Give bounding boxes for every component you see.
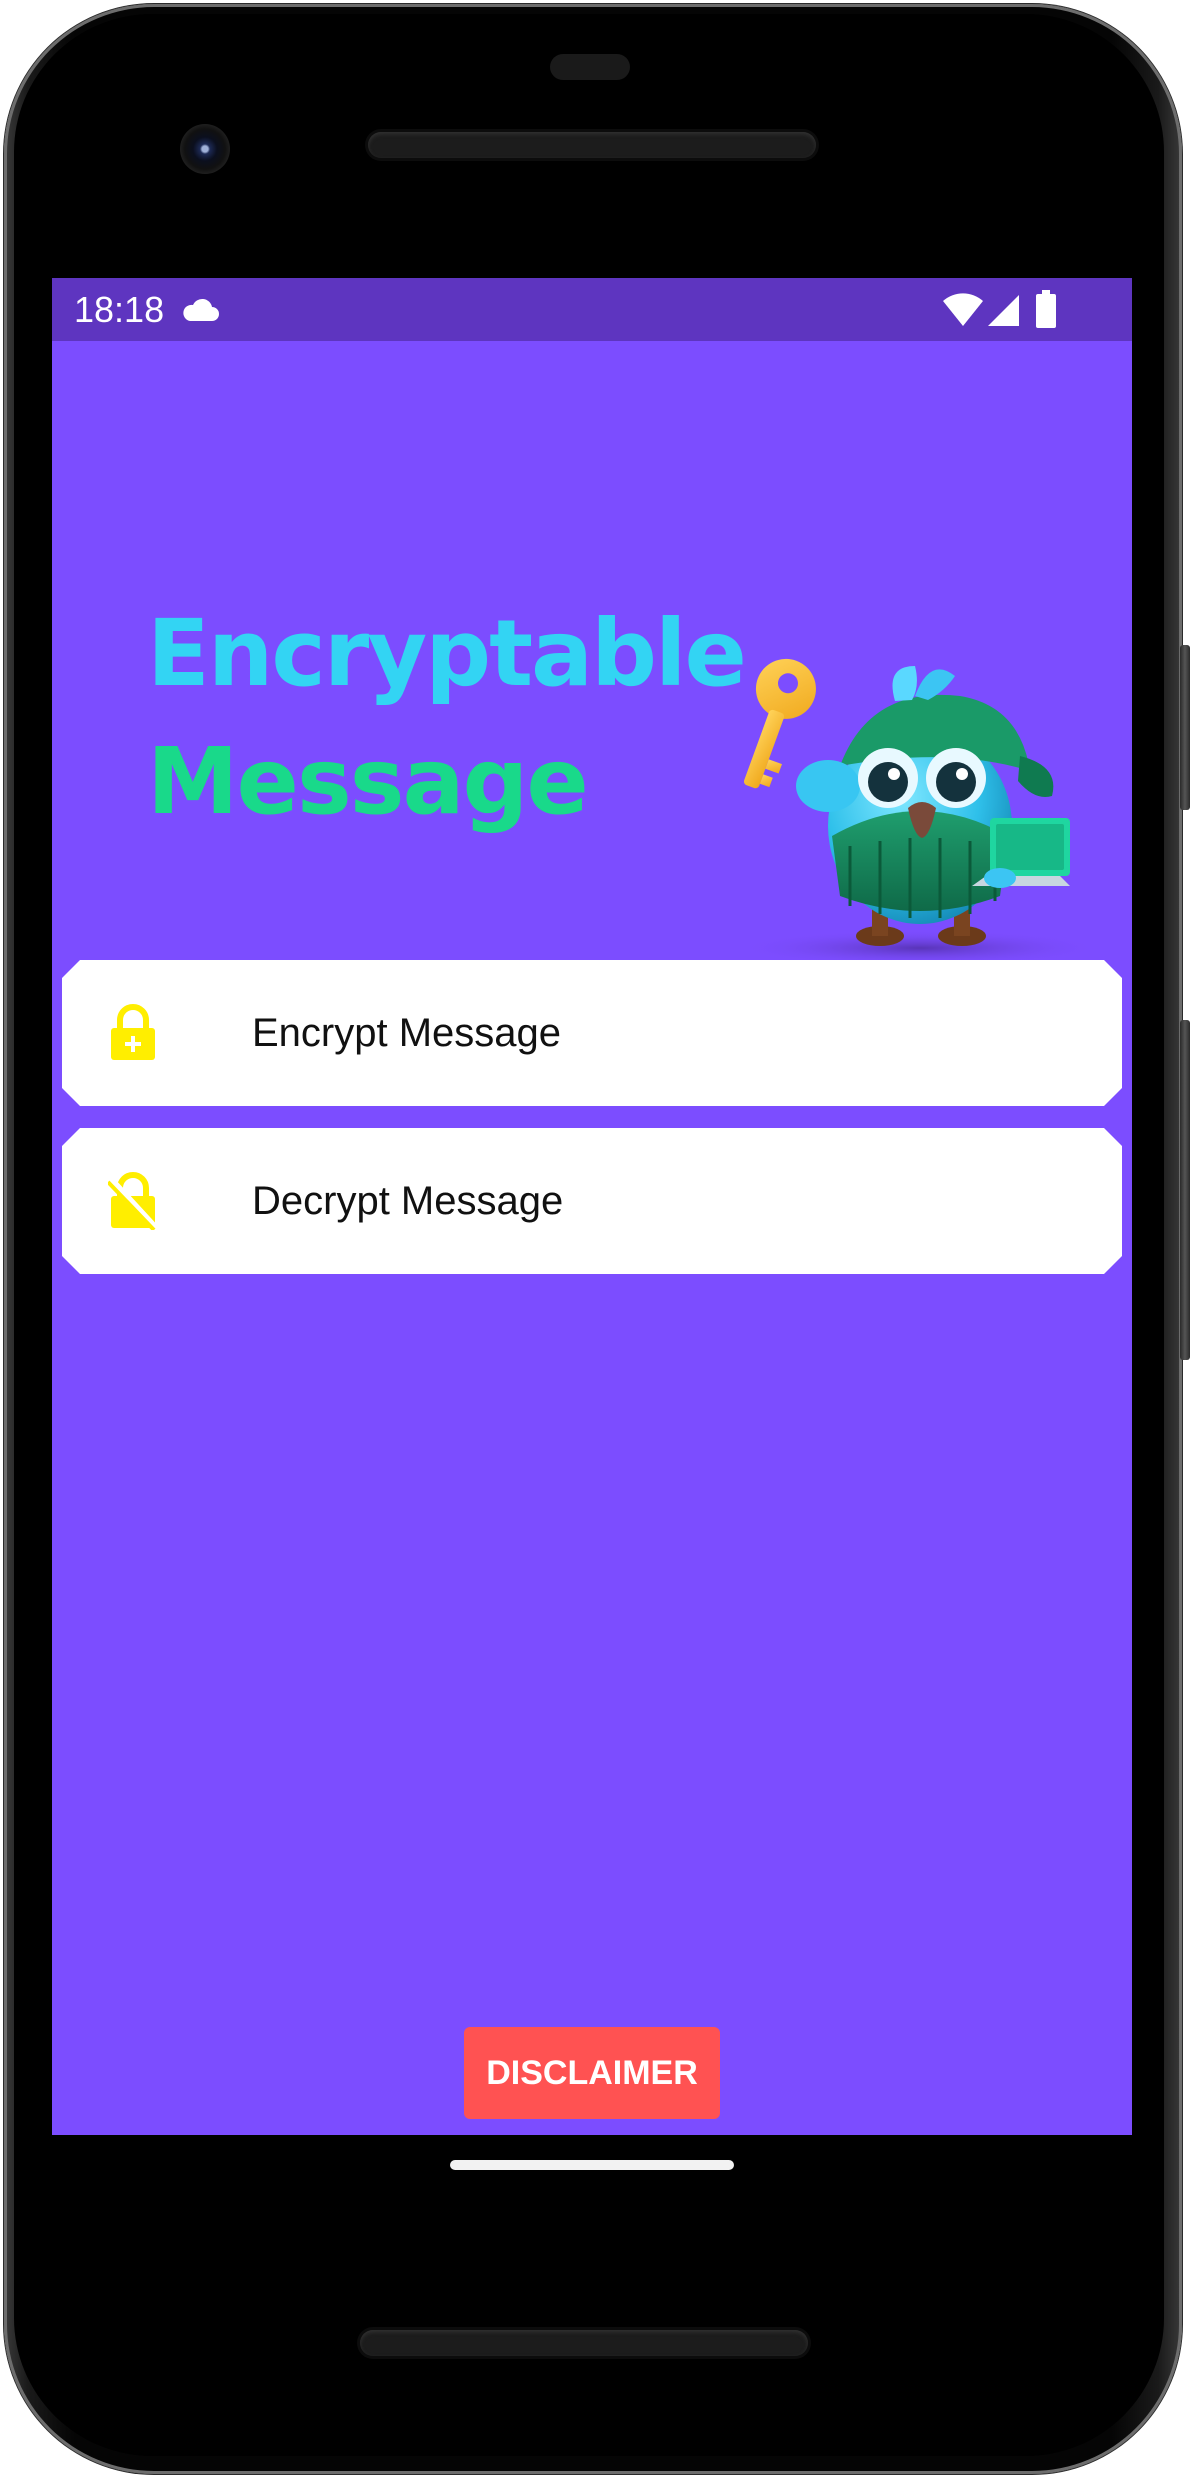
decrypt-message-button[interactable]: Decrypt Message	[62, 1128, 1122, 1274]
title-line-1: Encryptable	[147, 600, 747, 707]
lock-plus-icon	[108, 1004, 158, 1062]
cell-signal-icon	[988, 295, 1019, 326]
front-camera	[180, 124, 230, 174]
disclaimer-button[interactable]: DISCLAIMER	[464, 2027, 720, 2119]
status-bar: 18:18	[52, 278, 1132, 341]
bottom-speaker	[360, 2330, 808, 2356]
earpiece-speaker	[368, 132, 816, 158]
app-title: Encryptable Message	[147, 590, 747, 846]
home-gesture-handle[interactable]	[450, 2160, 734, 2170]
title-line-2: Message	[147, 728, 589, 835]
decrypt-message-label: Decrypt Message	[252, 1179, 564, 1223]
power-button	[1180, 645, 1190, 810]
app-screen: 18:18 Encryptable Message Encrypt Messag…	[52, 278, 1132, 2135]
lock-off-icon	[108, 1172, 158, 1230]
cloud-icon	[183, 298, 219, 321]
phone-frame: 18:18 Encryptable Message Encrypt Messag…	[0, 0, 1194, 2480]
encrypt-message-label: Encrypt Message	[252, 1011, 562, 1055]
battery-icon	[1036, 290, 1056, 328]
wifi-icon	[943, 293, 983, 326]
owl-mascot-illustration	[740, 658, 1100, 966]
sensor-slot	[550, 54, 630, 80]
encrypt-message-button[interactable]: Encrypt Message	[62, 960, 1122, 1106]
status-time: 18:18	[74, 289, 165, 330]
volume-button	[1180, 1020, 1190, 1360]
